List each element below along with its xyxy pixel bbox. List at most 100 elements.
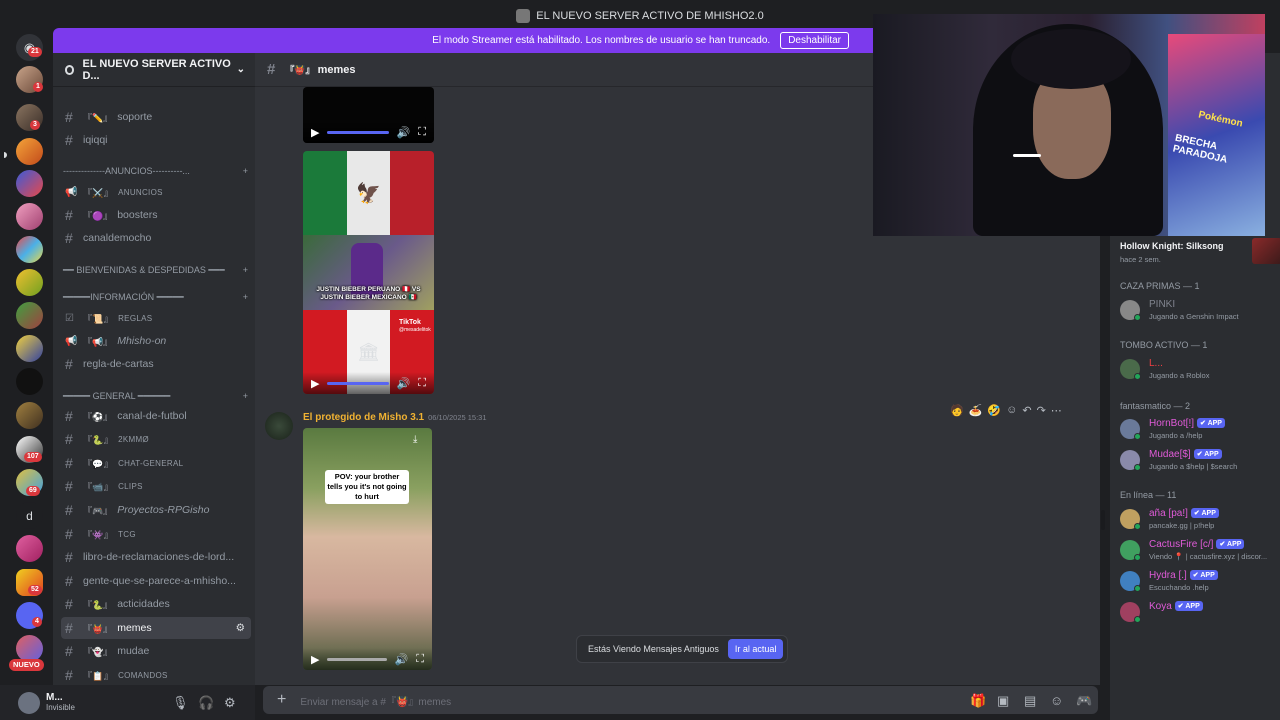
channel-emoji: 『🐍』 xyxy=(83,434,114,445)
gear-icon[interactable]: ⚙ xyxy=(236,622,245,634)
server-header[interactable]: EL NUEVO SERVER ACTIVO D... ⌄ xyxy=(53,53,255,87)
server-icon-3[interactable] xyxy=(16,138,43,165)
gear-icon[interactable]: ⚙ xyxy=(224,695,236,711)
download-icon[interactable]: ⤓ xyxy=(413,434,417,445)
disable-streamer-button[interactable]: Deshabilitar xyxy=(780,32,849,49)
member-item[interactable]: aña [pa!] ✔ APP pancake.gg | p!help xyxy=(1120,505,1280,533)
reaction-emoji-icon[interactable]: 🤣 xyxy=(987,404,1001,417)
reaction-emoji-icon[interactable]: 🧑 xyxy=(950,404,964,417)
channel-proyectos-rpgisho[interactable]: # 『🎮』 Proyectos-RPGisho xyxy=(61,499,251,521)
server-icon-10[interactable] xyxy=(16,368,43,395)
reaction-emoji-icon[interactable]: 🍝 xyxy=(969,404,983,417)
channel-label: 2KMMØ xyxy=(118,434,149,444)
channel-tcg[interactable]: # 『👾』 TCG xyxy=(61,523,251,545)
video-embed[interactable]: ▶ 🔊 ⛶ xyxy=(303,87,434,143)
channel-mhisho-on[interactable]: 📢 『📢』 Mhisho-on xyxy=(61,330,251,352)
play-icon[interactable]: ▶ xyxy=(311,126,319,139)
add-channel-icon[interactable]: + xyxy=(243,292,248,303)
forward-icon[interactable]: ↷ xyxy=(1037,404,1046,417)
server-icon-6[interactable] xyxy=(16,236,43,263)
channel-soporte[interactable]: # 『✏️』 soporte xyxy=(61,106,251,128)
add-reaction-icon[interactable]: ☺ xyxy=(1006,404,1017,416)
channel-libro-de-reclamaciones-de-lord-[interactable]: # libro-de-reclamaciones-de-lord... xyxy=(61,546,251,568)
channel-canal-de-futbol[interactable]: # 『⚽』 canal-de-futbol xyxy=(61,405,251,427)
game-activity[interactable]: Hollow Knight: Silksong hace 2 sem. xyxy=(1120,238,1280,266)
member-item[interactable]: PINKI Jugando a Genshin Impact xyxy=(1120,296,1280,324)
server-icon-9[interactable] xyxy=(16,335,43,362)
sticker-icon[interactable]: ▤ xyxy=(1024,693,1036,709)
server-icon-7[interactable] xyxy=(16,269,43,296)
member-activity: Viendo 📍 | cactusfire.xyz | discor... xyxy=(1149,552,1268,561)
message-author[interactable]: El protegido de Misho 3.1 xyxy=(303,412,424,423)
app-badge: ✔ APP xyxy=(1190,508,1219,518)
channel-reglas[interactable]: ☑ 『📜』 REGLAS xyxy=(61,307,251,329)
channel-iqiqqi[interactable]: # iqiqqi xyxy=(61,129,251,151)
channel-category[interactable]: ━━ BIENVENIDAS & DESPEDIDAS ━━━ + xyxy=(63,265,248,276)
gift-icon[interactable]: 🎁 xyxy=(970,693,986,709)
fullscreen-icon[interactable]: ⛶ xyxy=(416,653,424,666)
channel-comandos[interactable]: # 『📋』 COMANDOS xyxy=(61,664,251,686)
apps-icon[interactable]: 🎮 xyxy=(1076,693,1092,709)
channel-emoji: 『🟣』 xyxy=(83,210,113,221)
fullscreen-icon[interactable]: ⛶ xyxy=(418,126,426,139)
member-item[interactable]: HornBot[!] ✔ APP Jugando a /help xyxy=(1120,415,1280,443)
channel-category[interactable]: --------------ANUNCIOS----------... + xyxy=(63,166,248,176)
scrollbar[interactable] xyxy=(1101,510,1105,530)
channel-anuncios[interactable]: 📢 『⚔️』 ANUNCIOS xyxy=(61,181,251,203)
channel-clips[interactable]: # 『📹』 CLIPS xyxy=(61,475,251,497)
category-label: ━━━━━INFORMACIÓN ━━━━━ xyxy=(63,292,184,302)
add-channel-icon[interactable]: + xyxy=(243,265,248,276)
channel-category[interactable]: ━━━━━ GENERAL ━━━━━━ + xyxy=(63,391,248,402)
server-badge: 52 xyxy=(28,585,42,595)
member-item[interactable]: CactusFire [c/] ✔ APP Viendo 📍 | cactusfir… xyxy=(1120,536,1280,564)
progress-bar[interactable] xyxy=(327,381,389,385)
server-icon-18[interactable] xyxy=(16,635,43,662)
server-icon-14[interactable]: d xyxy=(16,502,43,529)
headphones-icon[interactable]: 🎧 xyxy=(198,695,214,711)
channel-acticidades[interactable]: # 『🐍』 acticidades xyxy=(61,593,251,615)
server-icon-4[interactable] xyxy=(16,170,43,197)
jump-to-present-button[interactable]: Ir al actual xyxy=(727,639,784,659)
progress-bar[interactable] xyxy=(327,130,389,134)
channel-regla-de-cartas[interactable]: # regla-de-cartas xyxy=(61,353,251,375)
emoji-icon[interactable]: ☺ xyxy=(1050,693,1063,708)
server-icon-15[interactable] xyxy=(16,535,43,562)
member-item[interactable]: Koya ✔ APP xyxy=(1120,598,1280,626)
channel-memes[interactable]: # 『👹』 memes ⚙ xyxy=(61,617,251,639)
channel-boosters[interactable]: # 『🟣』 boosters xyxy=(61,204,251,226)
member-item[interactable]: Mudae[$] ✔ APP Jugando a $help | $search xyxy=(1120,446,1280,474)
play-icon[interactable]: ▶ xyxy=(311,653,319,666)
server-icon-8[interactable] xyxy=(16,302,43,329)
channel-chat-general[interactable]: # 『💬』 CHAT-GENERAL xyxy=(61,452,251,474)
gif-icon[interactable]: ▣ xyxy=(997,693,1009,709)
reply-icon[interactable]: ↶ xyxy=(1022,404,1031,417)
member-item[interactable]: L... Jugando a Roblox xyxy=(1120,355,1280,383)
user-avatar[interactable] xyxy=(18,691,40,714)
member-item[interactable]: Hydra [.] ✔ APP Escuchando .help xyxy=(1120,567,1280,595)
channel-gente-que-se-parece-a-mhisho-[interactable]: # gente-que-se-parece-a-mhisho... xyxy=(61,570,251,592)
channel-category[interactable]: ━━━━━INFORMACIÓN ━━━━━ + xyxy=(63,292,248,303)
plus-icon[interactable]: + xyxy=(277,691,286,709)
video-embed[interactable]: POV: your brother tells you it's not goi… xyxy=(303,428,432,670)
add-channel-icon[interactable]: + xyxy=(243,166,248,176)
server-badge: 107 xyxy=(24,452,42,462)
video-embed[interactable]: 🦅 JUSTIN BIEBER PERUANO 🇵🇪 VS JUSTIN BIE… xyxy=(303,151,434,394)
volume-icon[interactable]: 🔊 xyxy=(397,377,411,390)
progress-bar[interactable] xyxy=(327,657,387,661)
volume-icon[interactable]: 🔊 xyxy=(397,126,411,139)
author-avatar[interactable] xyxy=(265,412,293,440)
microphone-icon[interactable]: 🎙 xyxy=(172,695,189,711)
channel-mudae[interactable]: # 『👻』 mudae xyxy=(61,640,251,662)
online-status-dot xyxy=(1134,433,1141,440)
channel-label: acticidades xyxy=(117,598,170,610)
add-channel-icon[interactable]: + xyxy=(243,391,248,402)
more-icon[interactable]: ⋯ xyxy=(1051,404,1062,417)
hash-icon: # xyxy=(65,667,74,683)
play-icon[interactable]: ▶ xyxy=(311,377,319,390)
fullscreen-icon[interactable]: ⛶ xyxy=(418,377,426,390)
channel-canaldemocho[interactable]: # canaldemocho xyxy=(61,227,251,249)
channel-2kmm-[interactable]: # 『🐍』 2KMMØ xyxy=(61,428,251,450)
volume-icon[interactable]: 🔊 xyxy=(395,653,409,666)
server-icon-11[interactable] xyxy=(16,402,43,429)
server-icon-5[interactable] xyxy=(16,203,43,230)
